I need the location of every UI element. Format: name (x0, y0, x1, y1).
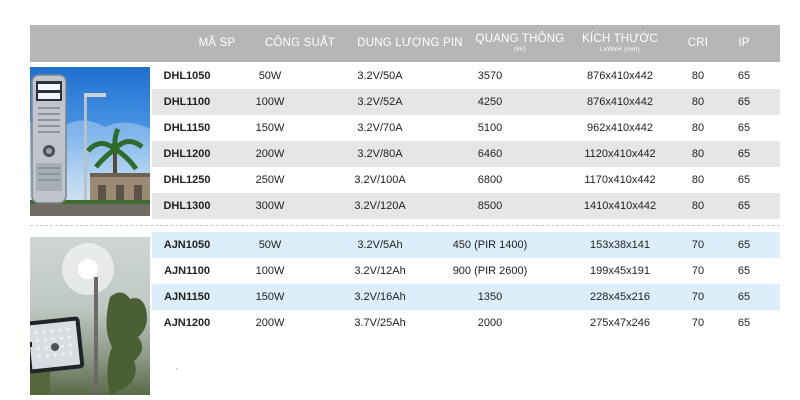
luminous-flux: 1350 (477, 291, 503, 303)
cri-value: 80 (691, 96, 705, 108)
model-code: DHL1300 (163, 200, 211, 212)
dimensions: 1170x410x442 (584, 174, 656, 186)
model-code: AJN1050 (163, 239, 211, 251)
header-ma-sp: MÃ SP (198, 37, 236, 49)
battery-capacity: 3.2V/120A (354, 200, 406, 212)
battery-capacity: 3.2V/70A (357, 122, 403, 134)
power: 300W (255, 200, 285, 212)
table-row: AJN1200 200W 3.7V/25Ah 2000 275x47x246 7… (152, 310, 780, 336)
header-dung-luong-pin: DUNG LƯỢNG PIN (357, 37, 463, 49)
dimensions: 153x38x141 (590, 239, 650, 251)
cri-value: 80 (691, 122, 705, 134)
battery-capacity: 3.2V/12Ah (354, 265, 406, 277)
dimensions: 876x410x442 (586, 96, 654, 108)
dimensions: 876x410x442 (586, 70, 654, 82)
luminous-flux: 4250 (477, 96, 503, 108)
power: 250W (255, 174, 285, 186)
luminous-flux: 900 (PIR 2600) (452, 265, 528, 277)
battery-capacity: 3.2V/5Ah (357, 239, 403, 251)
ip-value: 65 (737, 291, 751, 303)
table-row: DHL1200 200W 3.2V/80A 6460 1120x410x442 … (152, 141, 780, 167)
model-code: AJN1150 (164, 291, 210, 303)
model-code: DHL1200 (163, 148, 211, 160)
table-row: DHL1250 250W 3.2V/100A 6800 1170x410x442… (152, 167, 780, 193)
luminous-flux: 6460 (477, 148, 503, 160)
battery-capacity: 3.2V/16Ah (354, 291, 406, 303)
luminous-flux: 8500 (477, 200, 503, 212)
stray-dot (176, 368, 178, 370)
power: 200W (255, 317, 285, 329)
group-separator (30, 225, 780, 226)
table-row: DHL1300 300W 3.2V/120A 8500 1410x410x442… (152, 193, 780, 219)
luminous-flux: 2000 (477, 317, 503, 329)
table-row: DHL1050 50W 3.2V/50A 3570 876x410x442 80… (152, 63, 780, 89)
battery-capacity: 3.2V/52A (357, 96, 403, 108)
dimensions: 962x410x442 (586, 122, 654, 134)
model-code: DHL1250 (163, 174, 211, 186)
model-code: AJN1200 (163, 317, 211, 329)
ip-value: 65 (737, 317, 751, 329)
dimensions: 1120x410x442 (584, 148, 656, 160)
model-code: AJN1100 (164, 265, 210, 277)
model-code: DHL1100 (163, 96, 211, 108)
ip-value: 65 (737, 174, 751, 186)
model-code: DHL1050 (163, 70, 211, 82)
header-quang-thong: QUANG THÔNG (lm) (475, 33, 565, 53)
dimensions: 228x45x216 (590, 291, 650, 303)
power: 100W (255, 96, 285, 108)
cri-value: 70 (691, 317, 705, 329)
luminous-flux: 450 (PIR 1400) (452, 239, 528, 251)
cri-value: 80 (691, 148, 705, 160)
cri-value: 70 (691, 239, 705, 251)
luminous-flux: 3570 (477, 70, 503, 82)
table-row: DHL1150 150W 3.2V/70A 5100 962x410x442 8… (152, 115, 780, 141)
table-header: MÃ SP CÔNG SUẤT DUNG LƯỢNG PIN QUANG THÔ… (30, 25, 780, 62)
table-row: AJN1050 50W 3.2V/5Ah 450 (PIR 1400) 153x… (152, 232, 780, 258)
power: 100W (255, 265, 285, 277)
dimensions: 199x45x191 (590, 265, 650, 277)
ip-value: 65 (737, 70, 751, 82)
power: 50W (258, 239, 282, 251)
model-code: DHL1150 (163, 122, 211, 134)
power: 200W (255, 148, 285, 160)
ip-value: 65 (737, 239, 751, 251)
battery-capacity: 3.2V/80A (357, 148, 403, 160)
header-kich-thuoc: KÍCH THƯỚC LxWxH (mm) (582, 33, 658, 53)
table-row: AJN1100 100W 3.2V/12Ah 900 (PIR 2600) 19… (152, 258, 780, 284)
battery-capacity: 3.2V/100A (354, 174, 406, 186)
table-row: DHL1100 100W 3.2V/52A 4250 876x410x442 8… (152, 89, 780, 115)
header-cri: CRI (687, 37, 709, 49)
cri-value: 80 (691, 200, 705, 212)
battery-capacity: 3.2V/50A (357, 70, 403, 82)
dimensions: 1410x410x442 (583, 200, 657, 212)
header-ip: IP (738, 37, 750, 49)
ip-value: 65 (737, 96, 751, 108)
luminous-flux: 5100 (477, 122, 503, 134)
ip-value: 65 (737, 200, 751, 212)
solar-flood-light-photo (30, 237, 150, 395)
ip-value: 65 (737, 122, 751, 134)
luminous-flux: 6800 (477, 174, 503, 186)
ip-value: 65 (737, 265, 751, 277)
cri-value: 80 (691, 70, 705, 82)
cri-value: 70 (691, 265, 705, 277)
dimensions: 275x47x246 (590, 317, 650, 329)
header-cong-suat: CÔNG SUẤT (264, 37, 336, 49)
power: 150W (255, 291, 285, 303)
cri-value: 70 (691, 291, 705, 303)
table-row: AJN1150 150W 3.2V/16Ah 1350 228x45x216 7… (152, 284, 780, 310)
power: 150W (255, 122, 285, 134)
ip-value: 65 (737, 148, 751, 160)
battery-capacity: 3.7V/25Ah (354, 317, 406, 329)
solar-street-light-photo (30, 67, 150, 216)
cri-value: 80 (691, 174, 705, 186)
power: 50W (258, 70, 282, 82)
